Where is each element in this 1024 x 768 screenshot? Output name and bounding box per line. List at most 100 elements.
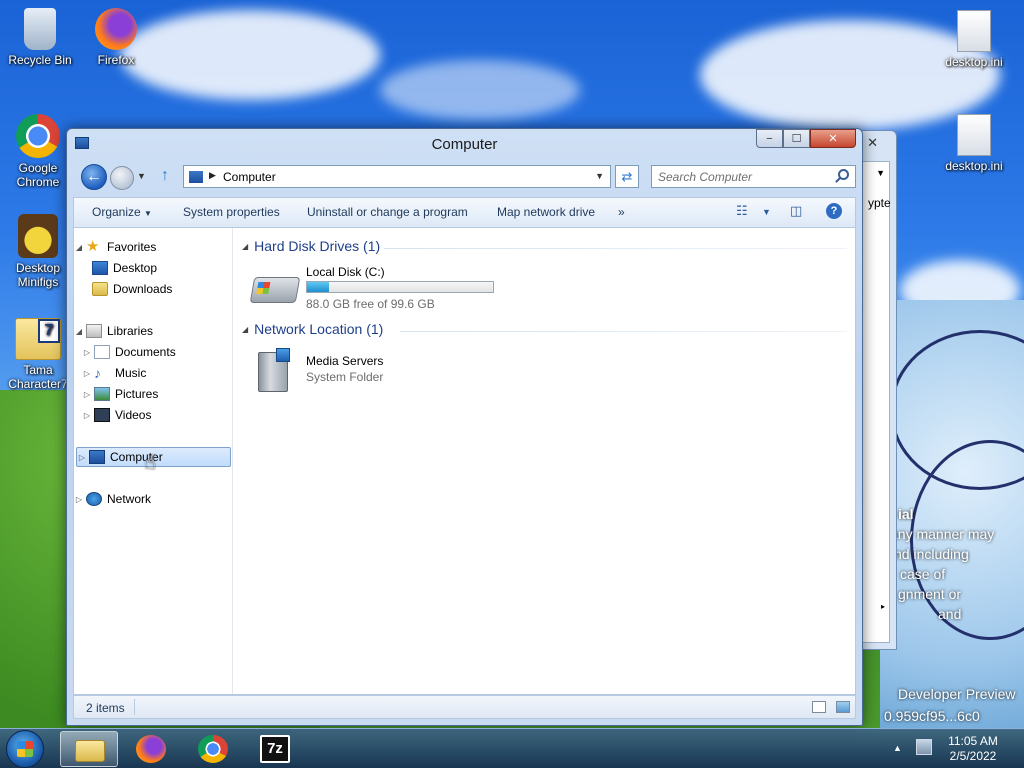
nav-label: Desktop: [113, 261, 158, 275]
show-hidden-icons-icon[interactable]: ▲: [893, 743, 902, 753]
desktop-icon-desktop-ini-1[interactable]: desktop.ini: [936, 10, 1012, 69]
chrome-icon: [16, 114, 60, 158]
drive-local-disk-c[interactable]: Local Disk (C:) 88.0 GB free of 99.6 GB: [249, 265, 512, 311]
folder-icon: [75, 740, 105, 762]
forward-button[interactable]: [110, 166, 134, 190]
navigation-bar: ← ▼ ↑ ▶ Computer ▼ ⇄: [73, 163, 856, 191]
collapsed-arrow-icon[interactable]: ▷: [74, 495, 84, 504]
desktop-icon-minifigs[interactable]: Desktop Minifigs: [0, 214, 76, 289]
collapsed-arrow-icon[interactable]: ▷: [82, 369, 92, 378]
address-bar[interactable]: ▶ Computer ▼: [183, 165, 611, 188]
nav-favorites[interactable]: ◢ ★ Favorites: [74, 237, 233, 257]
collapsed-arrow-icon[interactable]: ▷: [82, 348, 92, 357]
search-box[interactable]: [651, 165, 856, 188]
recycle-bin-icon: [24, 8, 56, 50]
minimize-button[interactable]: −: [756, 129, 783, 148]
collapsed-arrow-icon[interactable]: ▷: [82, 390, 92, 399]
expanded-arrow-icon[interactable]: ◢: [74, 327, 84, 336]
desktop-icon-label: Tama Character7: [8, 363, 68, 391]
scroll-arrow-icon[interactable]: ▸: [881, 602, 885, 611]
system-properties-button[interactable]: System properties: [183, 205, 280, 219]
media-badge-icon: [276, 348, 290, 362]
chevron-down-icon[interactable]: ▼: [876, 168, 885, 178]
map-network-drive-button[interactable]: Map network drive: [497, 205, 595, 219]
group-divider: [384, 248, 847, 249]
up-arrow-icon[interactable]: ↑: [161, 167, 169, 185]
search-icon[interactable]: [838, 169, 849, 180]
drive-name: Local Disk (C:): [306, 265, 385, 279]
close-icon[interactable]: ✕: [867, 135, 878, 151]
drive-usage-fill: [307, 282, 329, 292]
refresh-button[interactable]: ⇄: [615, 165, 639, 188]
organize-button[interactable]: Organize ▼: [92, 205, 152, 219]
large-icons-view-icon[interactable]: [836, 701, 850, 713]
address-dropdown-icon[interactable]: ▼: [595, 171, 604, 181]
breadcrumb[interactable]: Computer: [223, 170, 276, 184]
group-title: Network Location (1): [254, 321, 384, 337]
group-header-network-location[interactable]: ◢ Network Location (1): [242, 321, 383, 337]
nav-network[interactable]: ▷ Network: [74, 489, 233, 509]
minifig-icon: [18, 214, 58, 258]
nav-libraries[interactable]: ◢ Libraries: [74, 321, 233, 341]
maximize-button[interactable]: ☐: [783, 129, 810, 148]
collapsed-arrow-icon[interactable]: ▷: [82, 411, 92, 420]
uninstall-program-button[interactable]: Uninstall or change a program: [307, 205, 468, 219]
wallpaper-text: gnment or: [898, 586, 962, 602]
breadcrumb-arrow-icon[interactable]: ▶: [209, 170, 216, 181]
collapse-group-icon[interactable]: ◢: [242, 242, 248, 251]
wallpaper-text: nd including: [894, 546, 969, 562]
nav-label: Downloads: [113, 282, 173, 296]
pictures-icon: [94, 387, 110, 401]
system-clock[interactable]: 11:05 AM 2/5/2022: [938, 734, 1008, 764]
nav-label: Libraries: [107, 324, 154, 338]
organize-label: Organize: [92, 205, 141, 219]
file-list-pane[interactable]: ◢ Hard Disk Drives (1) Local Disk (C:) 8…: [234, 228, 855, 694]
change-view-icon[interactable]: ☷: [736, 203, 748, 219]
downloads-folder-icon: [92, 282, 108, 296]
taskbar-chrome[interactable]: [184, 731, 242, 767]
view-dropdown-icon[interactable]: ▼: [762, 207, 771, 217]
title-bar[interactable]: Computer − ☐ ✕: [67, 129, 862, 159]
collapse-group-icon[interactable]: ◢: [242, 325, 248, 334]
help-icon[interactable]: ?: [826, 203, 842, 219]
wallpaper-text: and: [938, 606, 962, 622]
nav-documents[interactable]: ▷ Documents: [74, 342, 233, 362]
windows-logo-icon: [17, 741, 33, 757]
videos-icon: [94, 408, 110, 422]
network-tray-icon[interactable]: [916, 739, 932, 755]
desktop-icon-firefox[interactable]: Firefox: [78, 8, 154, 67]
media-servers-item[interactable]: Media Servers System Folder: [252, 348, 452, 396]
collapsed-arrow-icon[interactable]: ▷: [77, 453, 87, 462]
recent-pages-dropdown[interactable]: ▼: [137, 171, 146, 181]
music-icon: ♪: [94, 365, 101, 381]
more-commands-button[interactable]: »: [618, 205, 625, 219]
desktop-icon-tama[interactable]: 7 Tama Character7: [0, 318, 76, 391]
expanded-arrow-icon[interactable]: ◢: [74, 243, 84, 252]
desktop-icon-recycle-bin[interactable]: Recycle Bin: [2, 8, 78, 67]
desktop-icon-label: desktop.ini: [945, 55, 1003, 69]
back-button[interactable]: ←: [81, 164, 107, 190]
preview-pane-icon[interactable]: ◫: [790, 203, 802, 219]
start-button[interactable]: [6, 730, 44, 768]
search-input[interactable]: [658, 167, 828, 187]
taskbar-firefox[interactable]: [122, 731, 180, 767]
nav-label: Music: [115, 366, 147, 380]
desktop-icon-label: desktop.ini: [945, 159, 1003, 173]
taskbar-7zip[interactable]: 7z: [246, 731, 304, 767]
desktop-icon-desktop-ini-2[interactable]: desktop.ini: [936, 114, 1012, 173]
group-header-hard-disk-drives[interactable]: ◢ Hard Disk Drives (1): [242, 238, 380, 254]
desktop-icon-label: Firefox: [97, 53, 135, 67]
nav-downloads[interactable]: Downloads: [74, 279, 233, 299]
nav-pictures[interactable]: ▷ Pictures: [74, 384, 233, 404]
firefox-icon: [136, 735, 166, 763]
explorer-window[interactable]: Computer − ☐ ✕ ← ▼ ↑ ▶ Computer ▼ ⇄ Orga…: [66, 128, 863, 726]
nav-desktop[interactable]: Desktop: [74, 258, 233, 278]
wallpaper-text: 0.959cf95...6c0: [884, 708, 980, 724]
close-button[interactable]: ✕: [810, 129, 856, 148]
nav-videos[interactable]: ▷ Videos: [74, 405, 233, 425]
windows-logo-icon: [256, 282, 271, 294]
desktop-icon-chrome[interactable]: Google Chrome: [0, 114, 76, 189]
taskbar-file-explorer[interactable]: [60, 731, 118, 767]
details-view-icon[interactable]: [812, 701, 826, 713]
nav-music[interactable]: ▷ ♪ Music: [74, 363, 233, 383]
